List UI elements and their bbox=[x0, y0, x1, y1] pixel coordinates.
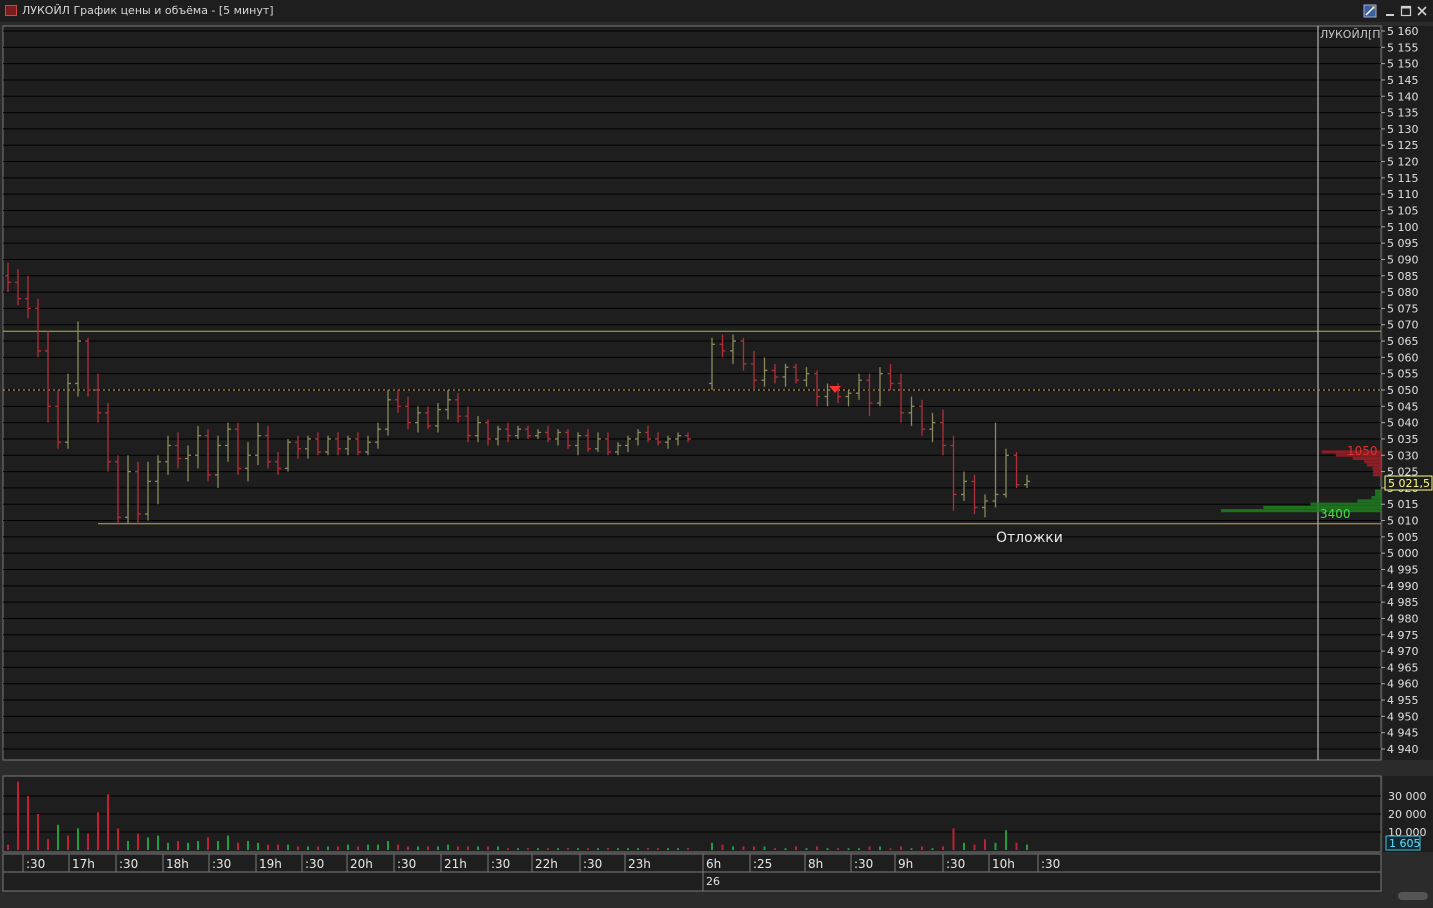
bid-profile-bar bbox=[1357, 499, 1381, 503]
time-tick-label: :30 bbox=[946, 857, 965, 871]
price-tick-label: 5 055 bbox=[1387, 368, 1419, 381]
maximize-icon[interactable] bbox=[1398, 3, 1414, 19]
time-tick-label: :30 bbox=[397, 857, 416, 871]
settings-wand-icon[interactable] bbox=[1362, 3, 1378, 19]
ask-profile-bar bbox=[1366, 463, 1381, 467]
price-tick-label: 5 075 bbox=[1387, 302, 1419, 315]
time-tick-label: 10h bbox=[992, 857, 1015, 871]
scrollbar-thumb[interactable] bbox=[1398, 892, 1428, 900]
price-tick-label: 5 155 bbox=[1387, 41, 1419, 54]
time-tick-label: 9h bbox=[898, 857, 913, 871]
time-tick-label: :30 bbox=[1041, 857, 1060, 871]
price-volume-chart[interactable]: ЛУКОЙЛ[П 1050 3400 Отложки 5 1605 1555 1… bbox=[0, 22, 1433, 904]
window-titlebar[interactable]: ЛУКОЙЛ График цены и объёма - [5 минут] bbox=[0, 0, 1433, 23]
time-tick-label: 6h bbox=[706, 857, 721, 871]
bid-volume-label: 3400 bbox=[1320, 507, 1351, 521]
bid-profile-bar bbox=[1371, 496, 1381, 500]
price-tick-label: 5 070 bbox=[1387, 319, 1419, 332]
price-tick-label: 4 995 bbox=[1387, 564, 1419, 577]
minimize-icon[interactable] bbox=[1382, 3, 1398, 19]
chart-window-body: ЛУКОЙЛ[П 1050 3400 Отложки 5 160 5 155 5 1… bbox=[0, 22, 1433, 904]
price-tick-label: 5 125 bbox=[1387, 139, 1419, 152]
price-tick-label: 4 955 bbox=[1387, 694, 1419, 707]
price-tick-label: 5 045 bbox=[1387, 400, 1419, 413]
time-tick-label: :30 bbox=[119, 857, 138, 871]
time-tick-label: 18h bbox=[166, 857, 189, 871]
price-tick-label: 4 990 bbox=[1387, 580, 1419, 593]
time-tick-label: :30 bbox=[583, 857, 602, 871]
time-tick-label: 21h bbox=[444, 857, 467, 871]
price-tick-label: 5 035 bbox=[1387, 433, 1419, 446]
instrument-label: ЛУКОЙЛ[П bbox=[1320, 28, 1381, 41]
price-tick-label: 5 140 bbox=[1387, 90, 1419, 103]
ask-volume-label: 1050 bbox=[1347, 444, 1378, 458]
bid-profile-bar bbox=[1375, 489, 1381, 493]
time-tick-label: 22h bbox=[535, 857, 558, 871]
ask-profile-bar bbox=[1373, 469, 1381, 474]
price-tick-label: 4 940 bbox=[1387, 743, 1419, 756]
price-tick-label: 5 145 bbox=[1387, 74, 1419, 87]
volume-tick-label: 20 000 bbox=[1388, 808, 1427, 821]
price-tick-label: 5 115 bbox=[1387, 172, 1419, 185]
time-tick-label: :30 bbox=[305, 857, 324, 871]
time-tick-label: :30 bbox=[491, 857, 510, 871]
close-icon[interactable] bbox=[1414, 3, 1430, 19]
price-tick-label: 5 095 bbox=[1387, 237, 1419, 250]
app-chart-icon bbox=[5, 5, 17, 16]
window-title: ЛУКОЙЛ График цены и объёма - [5 минут] bbox=[22, 4, 274, 17]
price-tick-label: 5 040 bbox=[1387, 417, 1419, 430]
ask-profile-bar bbox=[1372, 466, 1381, 470]
time-tick-label: 23h bbox=[628, 857, 651, 871]
bid-profile-bar bbox=[1221, 509, 1381, 513]
price-tick-label: 5 060 bbox=[1387, 351, 1419, 364]
time-tick-label: 19h bbox=[259, 857, 282, 871]
price-tick-label: 4 970 bbox=[1387, 645, 1419, 658]
date-label: 26 bbox=[706, 875, 720, 888]
ask-profile-bar bbox=[1373, 473, 1381, 477]
price-tick-label: 5 010 bbox=[1387, 515, 1419, 528]
price-tick-label: 5 050 bbox=[1387, 384, 1419, 397]
time-tick-label: 17h bbox=[72, 857, 95, 871]
time-tick-label: 8h bbox=[808, 857, 823, 871]
price-tick-label: 4 960 bbox=[1387, 678, 1419, 691]
price-tick-label: 5 135 bbox=[1387, 107, 1419, 120]
price-tick-label: 5 090 bbox=[1387, 253, 1419, 266]
volume-axis-labels: 30 00020 00010 000 bbox=[1388, 790, 1427, 839]
current-price-label: 5 021,5 bbox=[1388, 477, 1430, 490]
price-tick-label: 5 100 bbox=[1387, 221, 1419, 234]
price-tick-label: 4 950 bbox=[1387, 710, 1419, 723]
price-tick-label: 4 965 bbox=[1387, 661, 1419, 674]
price-tick-label: 5 000 bbox=[1387, 547, 1419, 560]
time-tick-label: :25 bbox=[753, 857, 772, 871]
price-tick-label: 4 985 bbox=[1387, 596, 1419, 609]
price-tick-label: 5 160 bbox=[1387, 25, 1419, 38]
price-panel[interactable] bbox=[2, 25, 1382, 761]
price-tick-label: 5 110 bbox=[1387, 188, 1419, 201]
price-tick-label: 5 065 bbox=[1387, 335, 1419, 348]
bid-profile-bar bbox=[1310, 502, 1381, 506]
current-volume-label: 1 605 bbox=[1389, 837, 1421, 850]
time-tick-label: :30 bbox=[26, 857, 45, 871]
price-tick-label: 5 105 bbox=[1387, 205, 1419, 218]
price-tick-label: 5 130 bbox=[1387, 123, 1419, 136]
price-tick-label: 5 080 bbox=[1387, 286, 1419, 299]
price-tick-label: 4 975 bbox=[1387, 629, 1419, 642]
price-tick-label: 5 005 bbox=[1387, 531, 1419, 544]
bid-profile-bar bbox=[1375, 492, 1381, 496]
price-tick-label: 5 030 bbox=[1387, 449, 1419, 462]
price-tick-label: 5 015 bbox=[1387, 498, 1419, 511]
price-tick-label: 4 980 bbox=[1387, 612, 1419, 625]
time-tick-label: :30 bbox=[854, 857, 873, 871]
chart-annotation[interactable]: Отложки bbox=[996, 530, 1063, 546]
price-tick-label: 4 945 bbox=[1387, 727, 1419, 740]
time-tick-label: 20h bbox=[350, 857, 373, 871]
price-tick-label: 5 120 bbox=[1387, 156, 1419, 169]
ask-profile-bar bbox=[1364, 460, 1381, 464]
price-tick-label: 5 085 bbox=[1387, 270, 1419, 283]
volume-tick-label: 30 000 bbox=[1388, 790, 1427, 803]
price-axis-labels: 5 160 5 155 5 150 5 145 5 140 5 135 5 130 5 125… bbox=[1381, 25, 1419, 756]
price-tick-label: 5 150 bbox=[1387, 58, 1419, 71]
time-tick-label: :30 bbox=[212, 857, 231, 871]
